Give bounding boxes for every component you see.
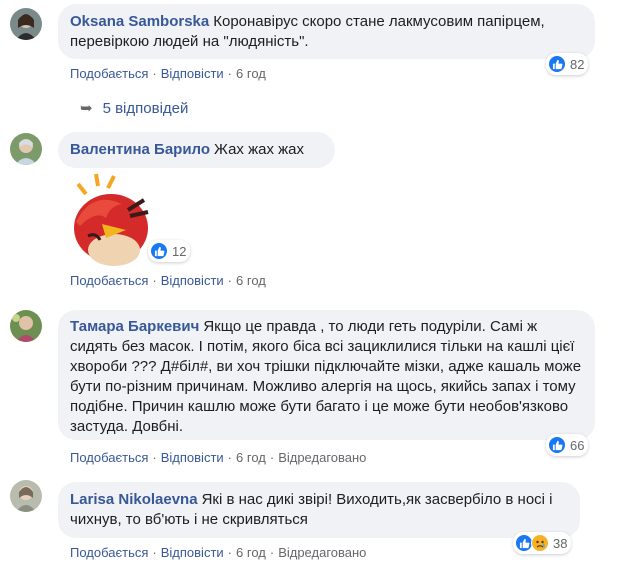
like-icon: [548, 436, 566, 454]
like-button[interactable]: Подобається: [70, 66, 148, 81]
reaction-count[interactable]: 38: [513, 532, 572, 554]
like-button[interactable]: Подобається: [70, 273, 148, 288]
comment-author[interactable]: Larisa Nikolaevna: [70, 491, 198, 508]
comment-actions: Подобається · Відповісти · 6 год: [70, 66, 266, 81]
reaction-count[interactable]: 82: [546, 53, 589, 75]
replies-count: 5 відповідей: [102, 100, 189, 117]
comment-bubble: Oksana Samborska Коронавірус скоро стане …: [58, 4, 595, 59]
reaction-count-number: 38: [553, 535, 568, 551]
avatar-image: [10, 310, 42, 342]
avatar[interactable]: [10, 310, 42, 342]
comment-timestamp[interactable]: 6 год: [236, 66, 266, 81]
sad-icon: [531, 534, 549, 552]
like-icon: [150, 242, 168, 260]
comment-bubble: Тамара Баркевич Якщо це правда , то люди …: [58, 310, 595, 440]
avatar-image: [10, 480, 42, 512]
comment-timestamp[interactable]: 6 год: [236, 545, 266, 560]
reply-button[interactable]: Відповісти: [161, 450, 224, 465]
like-icon: [548, 55, 566, 73]
edited-label[interactable]: Відредаговано: [278, 450, 366, 465]
reply-arrow-icon: ➥: [80, 100, 93, 117]
avatar[interactable]: [10, 133, 42, 165]
comment-bubble: Валентина Барило Жах жах жах: [58, 132, 335, 168]
reply-button[interactable]: Відповісти: [161, 273, 224, 288]
edited-label[interactable]: Відредаговано: [278, 545, 366, 560]
comment-timestamp[interactable]: 6 год: [236, 273, 266, 288]
comment-bubble: Larisa Nikolaevna Які в нас дикі звірі! В…: [58, 482, 580, 538]
reply-button[interactable]: Відповісти: [161, 545, 224, 560]
comment-timestamp[interactable]: 6 год: [236, 450, 266, 465]
reaction-count-number: 66: [570, 437, 585, 453]
view-replies-link[interactable]: ➥ 5 відповідей: [80, 99, 188, 117]
reply-button[interactable]: Відповісти: [161, 66, 224, 81]
reaction-count[interactable]: 66: [546, 434, 589, 456]
avatar[interactable]: [10, 480, 42, 512]
comment-author[interactable]: Тамара Баркевич: [70, 318, 199, 335]
reaction-count-number: 12: [172, 243, 187, 259]
comment-text: Якщо це правда , то люди геть подуріли. …: [70, 318, 582, 435]
comment-author[interactable]: Валентина Барило: [70, 141, 210, 158]
like-button[interactable]: Подобається: [70, 545, 148, 560]
comment-actions: Подобається · Відповісти · 6 год · Відредагова…: [70, 545, 367, 560]
comment-actions: Подобається · Відповісти · 6 год: [70, 273, 266, 288]
reaction-count[interactable]: 12: [148, 240, 191, 262]
avatar-image: [10, 133, 42, 165]
avatar[interactable]: [10, 8, 42, 40]
comment-author[interactable]: Oksana Samborska: [70, 13, 209, 30]
like-button[interactable]: Подобається: [70, 450, 148, 465]
comment-actions: Подобається · Відповісти · 6 год · Відредагова…: [70, 450, 367, 465]
comment-text: Жах жах жах: [214, 141, 304, 158]
reaction-count-number: 82: [570, 56, 585, 72]
avatar-image: [10, 8, 42, 40]
